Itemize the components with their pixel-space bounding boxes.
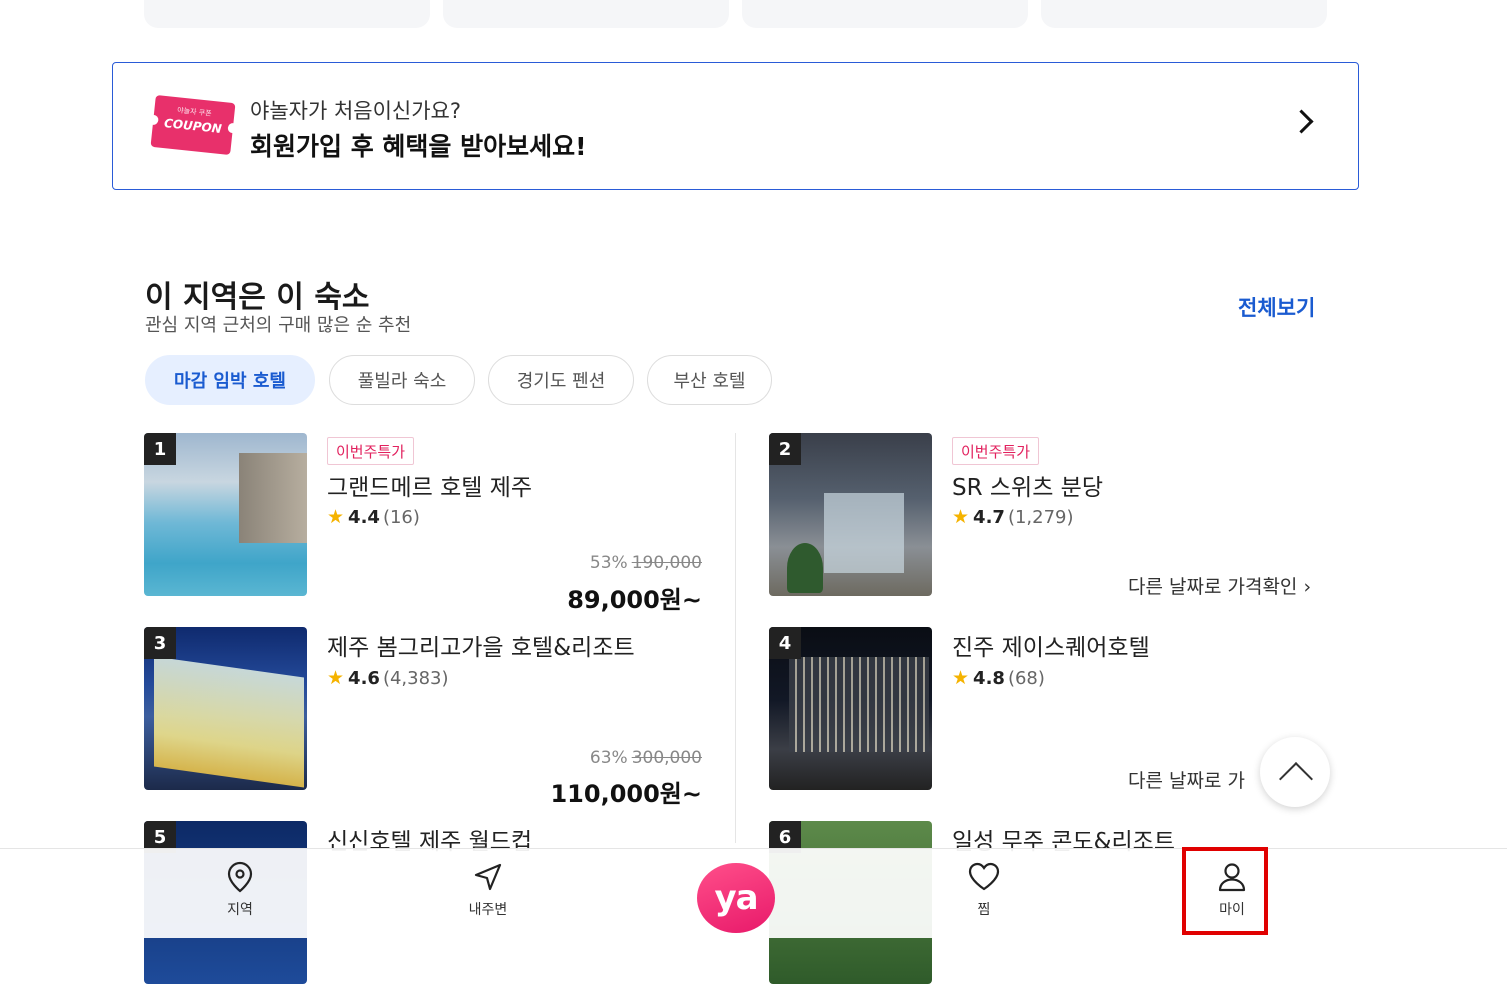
scroll-to-top-button[interactable] bbox=[1260, 737, 1330, 807]
bottom-navigation: 지역 내주변 ya 찜 마이 bbox=[0, 848, 1507, 938]
star-icon: ★ bbox=[327, 506, 345, 528]
heart-icon bbox=[968, 862, 1000, 891]
nav-wishlist[interactable]: 찜 bbox=[944, 861, 1024, 931]
listing-price: 110,000원~ bbox=[550, 780, 702, 808]
category-card[interactable] bbox=[144, 0, 430, 28]
home-logo-button[interactable]: ya bbox=[697, 863, 775, 933]
listing-rating: ★ 4.7 (1,279) bbox=[952, 506, 1074, 528]
listing-thumbnail[interactable]: 1 bbox=[144, 433, 307, 596]
nav-nearby[interactable]: 내주변 bbox=[448, 861, 528, 931]
star-icon: ★ bbox=[952, 667, 970, 689]
location-pin-icon bbox=[227, 861, 253, 893]
listing-thumbnail[interactable]: 2 bbox=[769, 433, 932, 596]
nav-region-label: 지역 bbox=[227, 902, 253, 918]
check-other-dates-link[interactable]: 다른 날짜로 가 bbox=[1128, 766, 1245, 793]
section-subtitle: 관심 지역 근처의 구매 많은 순 추천 bbox=[145, 315, 412, 336]
chevron-right-icon bbox=[1289, 109, 1314, 134]
listing-rating: ★ 4.4 (16) bbox=[327, 506, 420, 528]
listing-name[interactable]: 제주 봄그리고가을 호텔&리조트 bbox=[327, 628, 635, 662]
star-icon: ★ bbox=[952, 506, 970, 528]
column-divider bbox=[735, 433, 736, 843]
navigation-arrow-icon bbox=[474, 863, 502, 891]
rank-badge: 2 bbox=[769, 433, 801, 465]
view-all-link[interactable]: 전체보기 bbox=[1238, 292, 1315, 322]
category-card[interactable] bbox=[1041, 0, 1327, 28]
chip-busan-hotel[interactable]: 부산 호텔 bbox=[647, 355, 772, 405]
chevron-right-icon: › bbox=[1303, 576, 1312, 598]
check-other-dates-link[interactable]: 다른 날짜로 가격확인 › bbox=[1128, 572, 1311, 599]
section-title: 이 지역은 이 숙소 bbox=[145, 280, 370, 315]
signup-banner[interactable]: 야놀자 쿠폰 COUPON 야놀자가 처음이신가요? 회원가입 후 혜택을 받아… bbox=[112, 62, 1359, 190]
listing-name[interactable]: 그랜드메르 호텔 제주 bbox=[327, 468, 532, 502]
listing-discount: 63% 300,000 bbox=[589, 748, 702, 768]
listing-name[interactable]: SR 스위츠 분당 bbox=[952, 468, 1103, 502]
category-card[interactable] bbox=[742, 0, 1028, 28]
rank-badge: 3 bbox=[144, 627, 176, 659]
chip-pool-villa[interactable]: 풀빌라 숙소 bbox=[329, 355, 475, 405]
deal-badge: 이번주특가 bbox=[952, 437, 1040, 465]
listing-name[interactable]: 진주 제이스퀘어호텔 bbox=[952, 628, 1150, 662]
listing-price: 89,000원~ bbox=[567, 586, 702, 614]
listing-thumbnail[interactable]: 4 bbox=[769, 627, 932, 790]
listing-rating: ★ 4.8 (68) bbox=[952, 667, 1045, 689]
listing-discount: 53% 190,000 bbox=[589, 553, 702, 573]
star-icon: ★ bbox=[327, 667, 345, 689]
chevron-up-icon bbox=[1279, 762, 1313, 796]
chip-gyeonggi-pension[interactable]: 경기도 펜션 bbox=[488, 355, 634, 405]
banner-title: 회원가입 후 혜택을 받아보세요! bbox=[250, 132, 587, 161]
rank-badge: 4 bbox=[769, 627, 801, 659]
nav-wishlist-label: 찜 bbox=[977, 902, 991, 918]
listing-thumbnail[interactable]: 3 bbox=[144, 627, 307, 790]
chip-closing-soon-hotel[interactable]: 마감 임박 호텔 bbox=[145, 355, 315, 405]
banner-subtitle: 야놀자가 처음이신가요? bbox=[250, 99, 462, 123]
listing-rating: ★ 4.6 (4,383) bbox=[327, 667, 449, 689]
coupon-image: 야놀자 쿠폰 COUPON bbox=[150, 94, 236, 156]
highlight-box bbox=[1182, 847, 1268, 935]
nav-nearby-label: 내주변 bbox=[468, 902, 508, 918]
deal-badge: 이번주특가 bbox=[327, 437, 415, 465]
rank-badge: 1 bbox=[144, 433, 176, 465]
category-card[interactable] bbox=[443, 0, 729, 28]
nav-region[interactable]: 지역 bbox=[200, 861, 280, 931]
